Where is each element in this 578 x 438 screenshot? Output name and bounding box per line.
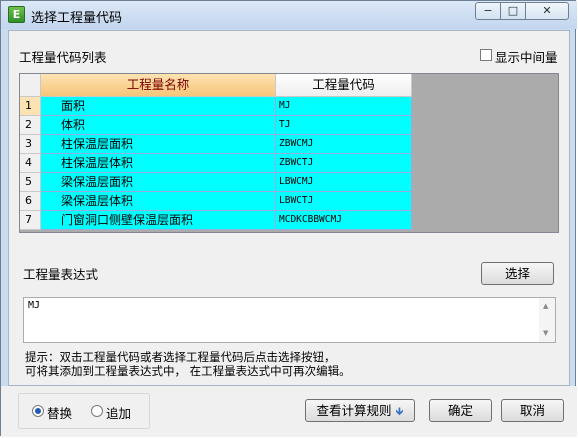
- cell-name[interactable]: 门窗洞口侧壁保温层面积: [41, 211, 276, 230]
- table-row[interactable]: 6 梁保温层体积 LBWCTJ: [20, 192, 412, 211]
- table-corner: [20, 74, 41, 97]
- expression-value: MJ: [28, 300, 41, 311]
- cell-code[interactable]: ZBWCMJ: [276, 135, 412, 154]
- cell-code[interactable]: TJ: [276, 116, 412, 135]
- row-number: 6: [20, 192, 41, 211]
- cell-code[interactable]: MJ: [276, 97, 412, 116]
- replace-radio[interactable]: [32, 405, 44, 417]
- dialog-content: 工程量代码列表 显示中间量 工程量名称 工程量代码 1 面积 MJ 2 体积 T…: [8, 30, 570, 386]
- scroll-down-icon[interactable]: ▼: [543, 329, 548, 337]
- cell-code[interactable]: MCDKCBBWCMJ: [276, 211, 412, 230]
- table-row[interactable]: 5 梁保温层面积 LBWCMJ: [20, 173, 412, 192]
- minimize-button[interactable]: −: [475, 2, 501, 20]
- show-intermediate-checkbox[interactable]: [480, 49, 492, 61]
- cell-name[interactable]: 柱保温层面积: [41, 135, 276, 154]
- column-header-name[interactable]: 工程量名称: [41, 74, 276, 97]
- view-rules-button[interactable]: 查看计算规则 🡻: [305, 399, 415, 422]
- view-rules-label: 查看计算规则: [316, 403, 392, 418]
- cell-name[interactable]: 体积: [41, 116, 276, 135]
- expression-label: 工程量表达式: [23, 267, 99, 282]
- append-label[interactable]: 追加: [106, 403, 131, 422]
- expression-input[interactable]: MJ ▲ ▼: [23, 297, 556, 343]
- cell-name[interactable]: 梁保温层面积: [41, 173, 276, 192]
- column-header-code[interactable]: 工程量代码: [276, 74, 412, 97]
- cell-code[interactable]: LBWCTJ: [276, 192, 412, 211]
- table-row[interactable]: 7 门窗洞口侧壁保温层面积 MCDKCBBWCMJ: [20, 211, 412, 230]
- row-number: 2: [20, 116, 41, 135]
- list-label: 工程量代码列表: [19, 50, 107, 65]
- cell-name[interactable]: 面积: [41, 97, 276, 116]
- show-intermediate-label[interactable]: 显示中间量: [495, 47, 558, 66]
- table-row[interactable]: 4 柱保温层体积 ZBWCTJ: [20, 154, 412, 173]
- ok-button[interactable]: 确定: [429, 399, 492, 422]
- table-row[interactable]: 3 柱保温层面积 ZBWCMJ: [20, 135, 412, 154]
- append-radio[interactable]: [91, 405, 103, 417]
- title-bar[interactable]: E 选择工程量代码 − □ ✕: [1, 1, 577, 29]
- row-number: 5: [20, 173, 41, 192]
- arrow-down-icon: 🡻: [395, 405, 404, 418]
- scroll-up-icon[interactable]: ▲: [543, 302, 548, 310]
- table-row[interactable]: 1 面积 MJ: [20, 97, 412, 116]
- row-number: 4: [20, 154, 41, 173]
- cell-name[interactable]: 柱保温层体积: [41, 154, 276, 173]
- cell-code[interactable]: LBWCMJ: [276, 173, 412, 192]
- mode-radio-group: 替换 追加: [18, 393, 150, 429]
- cell-name[interactable]: 梁保温层体积: [41, 192, 276, 211]
- replace-label[interactable]: 替换: [47, 403, 72, 422]
- maximize-button[interactable]: □: [500, 2, 526, 20]
- window-title: 选择工程量代码: [31, 11, 123, 26]
- row-number: 1: [20, 97, 41, 116]
- expression-scrollbar[interactable]: ▲ ▼: [539, 298, 555, 342]
- select-button[interactable]: 选择: [481, 262, 554, 285]
- quantity-code-table: 工程量名称 工程量代码 1 面积 MJ 2 体积 TJ 3 柱保温层面积 ZBW…: [19, 73, 559, 233]
- app-icon: E: [8, 6, 25, 23]
- cell-code[interactable]: ZBWCTJ: [276, 154, 412, 173]
- row-number: 7: [20, 211, 41, 230]
- cancel-button[interactable]: 取消: [501, 399, 564, 422]
- hint-line-2: 可将其添加到工程量表达式中， 在工程量表达式中可再次编辑。: [25, 364, 351, 378]
- row-number: 3: [20, 135, 41, 154]
- dialog-window: E 选择工程量代码 − □ ✕ 工程量代码列表 显示中间量 工程量名称 工程量代…: [0, 0, 577, 437]
- close-button[interactable]: ✕: [525, 2, 569, 20]
- table-row[interactable]: 2 体积 TJ: [20, 116, 412, 135]
